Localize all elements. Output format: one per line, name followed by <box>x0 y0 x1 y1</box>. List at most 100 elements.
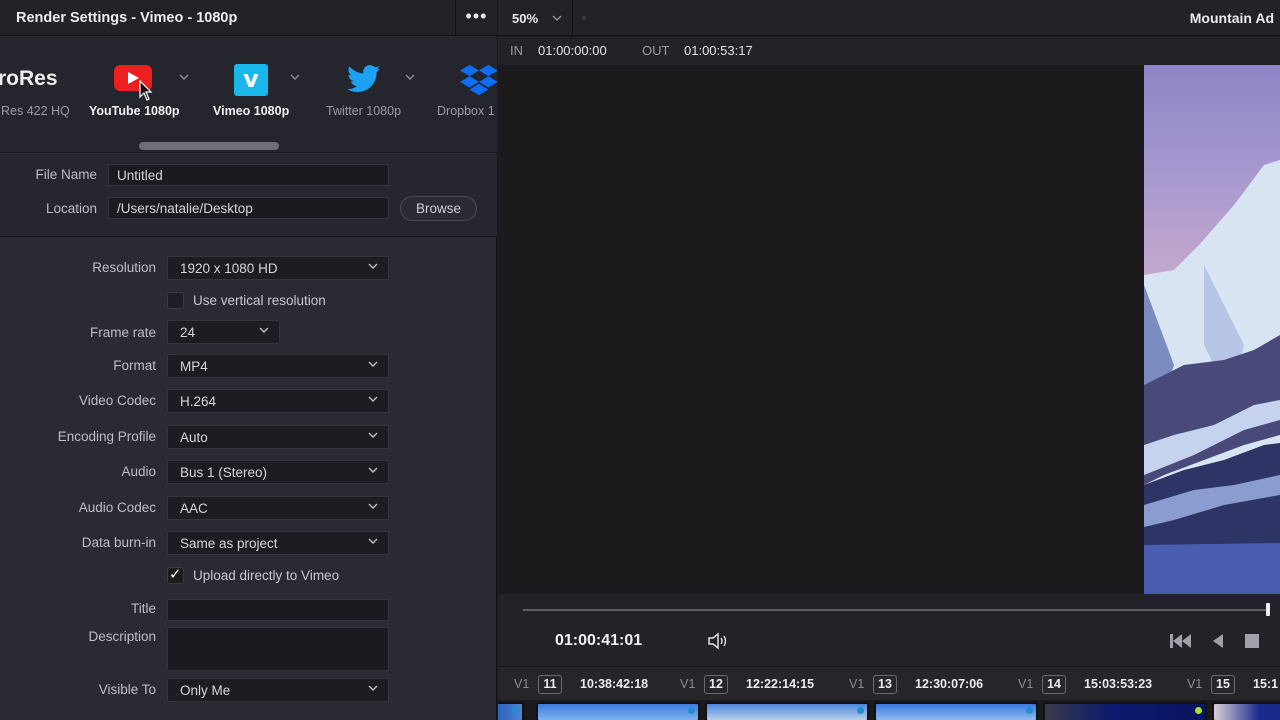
chevron-down-icon <box>368 396 378 402</box>
chevron-down-icon <box>368 503 378 509</box>
viewer-toolbar: 50% Mountain Ad <box>498 0 1280 36</box>
video-codec-label: Video Codec <box>78 393 156 408</box>
title-input[interactable] <box>167 599 389 621</box>
encoding-profile-label: Encoding Profile <box>57 429 156 444</box>
stop-icon[interactable] <box>1245 634 1259 648</box>
clip-thumbnail[interactable] <box>498 702 524 720</box>
clip-number: 12 <box>704 675 728 694</box>
current-timecode: 01:00:41:01 <box>555 632 643 649</box>
clip-thumbnail[interactable] <box>874 702 1038 720</box>
chevron-down-icon <box>368 361 378 367</box>
clip-thumbnail[interactable] <box>1212 702 1280 720</box>
clip-number: 15 <box>1211 675 1235 694</box>
play-reverse-icon[interactable] <box>1212 634 1224 648</box>
in-timecode: 01:00:00:00 <box>538 43 607 58</box>
clip-thumbnail[interactable] <box>1043 702 1207 720</box>
dropbox-icon <box>460 64 497 96</box>
upload-vimeo-checkbox[interactable]: ✓ <box>167 566 184 584</box>
speaker-icon[interactable] <box>707 632 729 650</box>
visible-to-value: Only Me <box>180 683 231 698</box>
clip-thumbnail[interactable] <box>536 702 700 720</box>
preset-scrollbar[interactable] <box>139 142 279 150</box>
zoom-select[interactable]: 50% <box>498 0 573 36</box>
data-burn-in-label: Data burn-in <box>81 535 156 550</box>
encoding-profile-value: Auto <box>180 430 208 445</box>
scrub-bar[interactable] <box>523 609 1269 611</box>
video-codec-select[interactable]: H.264 <box>167 389 389 413</box>
audio-value: Bus 1 (Stereo) <box>180 465 268 480</box>
file-name-input[interactable]: Untitled <box>108 164 389 186</box>
in-out-bar: IN 01:00:00:00 OUT 01:00:53:17 <box>498 37 1280 65</box>
audio-codec-value: AAC <box>180 501 208 516</box>
audio-codec-select[interactable]: AAC <box>167 496 389 520</box>
clip-number: 11 <box>538 675 562 694</box>
audio-select[interactable]: Bus 1 (Stereo) <box>167 460 389 484</box>
chevron-down-icon <box>368 685 378 691</box>
playhead-handle[interactable] <box>1265 603 1270 616</box>
out-timecode: 01:00:53:17 <box>684 43 753 58</box>
clip-thumbnail[interactable] <box>705 702 869 720</box>
ellipsis-icon[interactable]: ••• <box>455 0 497 36</box>
visible-to-select[interactable]: Only Me <box>167 678 389 702</box>
timeline-title: Mountain Ad <box>1189 10 1274 26</box>
render-settings-header: Render Settings - Vimeo - 1080p ••• <box>0 0 497 36</box>
video-frame <box>1144 65 1280 594</box>
chevron-down-icon <box>368 538 378 544</box>
format-label: Format <box>113 358 156 373</box>
zoom-value: 50% <box>512 11 539 26</box>
status-dot-icon <box>582 16 586 20</box>
clip-number: 14 <box>1042 675 1066 694</box>
track-label: V1 <box>680 677 696 691</box>
data-burn-in-value: Same as project <box>180 536 278 551</box>
frame-rate-value: 24 <box>180 325 196 340</box>
format-select[interactable]: MP4 <box>167 354 389 378</box>
resolution-select[interactable]: 1920 x 1080 HD <box>167 256 389 280</box>
browse-button[interactable]: Browse <box>400 196 477 221</box>
video-viewer <box>498 65 1280 594</box>
clip-timecode: 10:38:42:18 <box>580 677 649 691</box>
go-to-start-icon[interactable] <box>1170 634 1192 648</box>
clip-timecode: 12:22:14:15 <box>746 677 815 691</box>
track-label: V1 <box>1187 677 1203 691</box>
audio-label: Audio <box>121 464 156 479</box>
render-settings-panel: Render Settings - Vimeo - 1080p ••• roRe… <box>0 0 497 720</box>
clip-thumbnail-strip <box>498 700 1280 720</box>
frame-rate-label: Frame rate <box>89 325 156 340</box>
frame-rate-select[interactable]: 24 <box>167 320 280 344</box>
description-label: Description <box>88 629 156 644</box>
location-label: Location <box>45 201 97 216</box>
clip-header-row: V1 11 10:38:42:18 V1 12 12:22:14:15 V1 1… <box>498 666 1280 700</box>
chevron-down-icon <box>259 327 269 333</box>
preset-dropbox[interactable]: Dropbox 1 <box>0 37 497 137</box>
title-label: Title <box>130 601 156 616</box>
video-codec-value: H.264 <box>180 394 217 409</box>
track-label: V1 <box>1018 677 1034 691</box>
transport-bar: 01:00:41:01 <box>498 594 1280 666</box>
description-input[interactable] <box>167 627 389 671</box>
data-burn-in-select[interactable]: Same as project <box>167 531 389 555</box>
location-input[interactable]: /Users/natalie/Desktop <box>108 197 389 219</box>
file-name-label: File Name <box>35 167 97 182</box>
chevron-down-icon <box>552 15 562 21</box>
clip-timecode: 12:30:07:06 <box>915 677 984 691</box>
in-label: IN <box>510 43 523 58</box>
mountain-image <box>1144 160 1280 594</box>
preset-label: Dropbox 1 <box>437 104 495 118</box>
track-label: V1 <box>514 677 530 691</box>
clip-number: 13 <box>873 675 897 694</box>
visible-to-label: Visible To <box>98 682 156 697</box>
vertical-resolution-checkbox[interactable] <box>167 292 184 309</box>
checkmark-icon: ✓ <box>169 566 182 583</box>
preset-carousel: roRes Res 422 HQ YouTube 1080p v Vimeo 1… <box>0 37 497 153</box>
audio-codec-label: Audio Codec <box>78 500 156 515</box>
panel-title: Render Settings - Vimeo - 1080p <box>16 10 238 26</box>
mouse-cursor-icon <box>139 80 153 101</box>
resolution-label: Resolution <box>92 260 156 275</box>
track-label: V1 <box>849 677 865 691</box>
upload-vimeo-label: Upload directly to Vimeo <box>193 568 340 583</box>
clip-timecode: 15:1 <box>1253 677 1279 691</box>
app-window: Render Settings - Vimeo - 1080p ••• roRe… <box>0 0 1280 720</box>
encoding-profile-select[interactable]: Auto <box>167 425 389 449</box>
out-label: OUT <box>642 43 670 58</box>
chevron-down-icon <box>368 467 378 473</box>
